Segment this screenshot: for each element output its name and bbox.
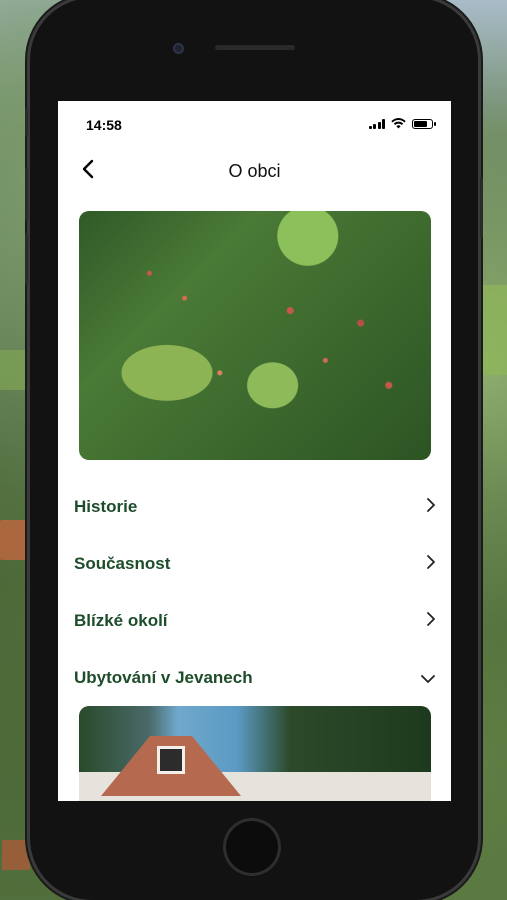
wifi-icon: [391, 118, 406, 129]
app-screen: 14:58 O obci Historie Současnost Blízké …: [58, 101, 451, 801]
chevron-right-icon: [426, 554, 436, 575]
background-field: [0, 350, 32, 390]
front-camera: [173, 43, 184, 54]
background-house: [0, 520, 30, 560]
menu-item-soucasnost[interactable]: Současnost: [74, 546, 436, 582]
battery-icon: [412, 118, 436, 129]
status-bar: 14:58: [58, 101, 451, 145]
aerial-village-photo: [79, 211, 431, 460]
page-title: O obci: [228, 161, 281, 181]
background-field: [477, 285, 507, 375]
menu-item-historie[interactable]: Historie: [74, 489, 436, 525]
menu-item-label: Blízké okolí: [74, 611, 168, 630]
chevron-right-icon: [426, 611, 436, 632]
chevron-down-icon: [420, 668, 436, 689]
volume-up-button: [25, 168, 28, 220]
navigation-bar: O obci: [58, 153, 451, 193]
earpiece-speaker: [215, 45, 295, 50]
status-time: 14:58: [86, 117, 122, 133]
mute-switch: [25, 108, 28, 136]
menu-item-label: Historie: [74, 497, 138, 516]
menu-item-label: Ubytování v Jevanech: [74, 668, 253, 687]
menu-item-label: Současnost: [74, 554, 171, 573]
menu-item-ubytovani[interactable]: Ubytování v Jevanech: [74, 660, 436, 696]
accommodation-photo: [79, 706, 431, 801]
home-button[interactable]: [223, 818, 281, 876]
power-button: [480, 178, 483, 238]
background-house: [2, 840, 30, 870]
menu-item-blizke-okoli[interactable]: Blízké okolí: [74, 603, 436, 639]
roof-window: [157, 746, 185, 774]
volume-down-button: [25, 233, 28, 285]
status-icons: [368, 118, 436, 129]
chevron-right-icon: [426, 497, 436, 518]
cellular-signal-icon: [368, 118, 385, 129]
